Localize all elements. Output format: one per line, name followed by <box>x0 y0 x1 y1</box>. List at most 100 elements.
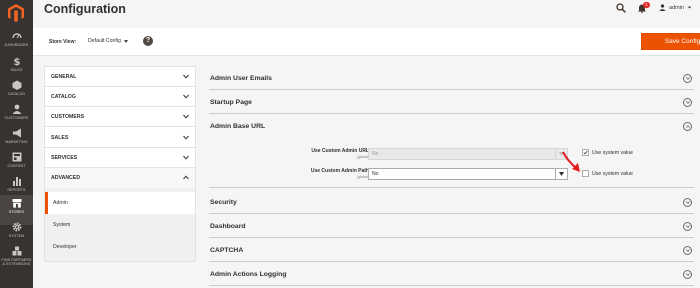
select-value: No <box>372 151 379 157</box>
tab-item-label: Admin <box>53 200 68 206</box>
save-config-button[interactable]: Save Config <box>641 33 700 50</box>
page-title: Configuration <box>44 2 126 16</box>
user-icon <box>659 4 666 11</box>
caret-down-icon <box>123 39 128 43</box>
blocks-icon <box>12 246 21 256</box>
field-label: Use Custom Admin URL <box>311 148 369 154</box>
section-admin-actions-logging[interactable]: Admin Actions Logging <box>209 263 694 286</box>
dollar-icon: $ <box>13 57 20 66</box>
caret-down-icon <box>687 6 692 9</box>
admin-menu: DASHBOARD $ SALES CATALOG CUSTOMERS MARK… <box>0 0 33 288</box>
use-system-value-label: Use system value <box>592 171 633 177</box>
section-title: Security <box>210 199 237 206</box>
tab-label: ADVANCED <box>51 175 81 181</box>
menu-label: REPORTS <box>7 188 26 192</box>
section-title: Dashboard <box>210 223 246 230</box>
tab-item-admin[interactable]: Admin <box>45 192 195 214</box>
admin-base-url-fieldset: Use Custom Admin URL [global] No Use sys… <box>209 136 694 188</box>
chevron-up-icon <box>183 175 189 180</box>
advanced-subitems: Admin System Developer <box>45 188 195 261</box>
expand-icon <box>683 246 692 255</box>
search-icon[interactable] <box>616 3 626 13</box>
magento-logo-icon[interactable] <box>8 4 24 22</box>
expand-icon <box>683 98 692 107</box>
tab-item-developer[interactable]: Developer <box>45 236 195 258</box>
help-icon[interactable]: ? <box>143 36 153 46</box>
cube-icon <box>12 80 21 90</box>
bar-chart-icon <box>12 177 21 186</box>
section-admin-user-emails[interactable]: Admin User Emails <box>209 67 694 90</box>
expand-icon <box>683 222 692 231</box>
menu-label: DASHBOARD <box>4 43 29 47</box>
tab-item-system[interactable]: System <box>45 214 195 236</box>
tab-item-label: System <box>53 222 71 228</box>
menu-item-partners[interactable]: FIND PARTNERS & EXTENSIONS <box>0 243 33 273</box>
tab-services[interactable]: SERVICES <box>45 148 195 168</box>
menu-label: CONTENT <box>7 164 26 168</box>
speedometer-icon <box>11 33 22 39</box>
chevron-down-icon <box>183 94 189 99</box>
expand-icon <box>683 74 692 83</box>
use-custom-admin-url-select[interactable]: No <box>368 148 568 160</box>
section-admin-base-url[interactable]: Admin Base URL <box>209 115 694 138</box>
menu-label: SALES <box>10 68 23 72</box>
tab-label: SERVICES <box>51 155 78 161</box>
tab-label: GENERAL <box>51 74 77 80</box>
chevron-down-icon <box>183 74 189 79</box>
section-startup-page[interactable]: Startup Page <box>209 91 694 114</box>
section-captcha[interactable]: CAPTCHA <box>209 239 694 262</box>
tab-item-label: Developer <box>53 244 77 250</box>
expand-icon <box>683 198 692 207</box>
use-system-value-label: Use system value <box>592 150 633 156</box>
section-dashboard[interactable]: Dashboard <box>209 215 694 238</box>
config-tabs-panel: GENERAL CATALOG CUSTOMERS SALES SERVICES… <box>44 66 196 262</box>
select-value: No <box>372 171 379 177</box>
section-title: CAPTCHA <box>210 247 244 254</box>
section-title: Admin User Emails <box>210 75 272 82</box>
svg-text:$: $ <box>13 57 20 66</box>
section-title: Admin Actions Logging <box>210 271 287 278</box>
page-actions-toolbar: Store View: Default Config ? Save Config <box>33 28 700 56</box>
chevron-down-icon <box>183 135 189 140</box>
store-icon <box>12 199 21 208</box>
section-title: Startup Page <box>210 99 252 106</box>
menu-label: CATALOG <box>7 92 26 96</box>
menu-label: STORES <box>8 210 25 214</box>
tab-advanced[interactable]: ADVANCED <box>45 168 195 188</box>
use-system-value-checkbox-path[interactable] <box>582 170 589 177</box>
gear-icon <box>12 222 21 232</box>
person-icon <box>12 104 21 114</box>
tab-label: SALES <box>51 135 69 141</box>
menu-label: FIND PARTNERS & EXTENSIONS <box>1 258 32 266</box>
store-view-value: Default Config <box>88 38 121 44</box>
menu-label: CUSTOMERS <box>4 116 29 120</box>
section-title: Admin Base URL <box>210 123 266 130</box>
megaphone-icon <box>12 128 21 138</box>
tab-label: CUSTOMERS <box>51 114 85 120</box>
notification-count-badge: 1 <box>643 2 650 8</box>
chevron-down-icon <box>183 155 189 160</box>
chevron-down-icon <box>183 114 189 119</box>
tab-sales[interactable]: SALES <box>45 128 195 148</box>
menu-label: MARKETING <box>5 140 28 144</box>
use-custom-admin-path-select[interactable]: No <box>368 168 568 180</box>
field-scope: [global] <box>357 155 369 159</box>
user-name: admin <box>669 4 684 11</box>
user-account-menu[interactable]: admin <box>659 4 692 11</box>
store-view-switcher[interactable]: Default Config <box>88 38 128 44</box>
use-system-value-checkbox-url[interactable] <box>582 149 589 156</box>
menu-label: SYSTEM <box>8 234 25 238</box>
layout-icon <box>12 152 21 162</box>
field-scope: [global] <box>357 175 369 179</box>
tab-label: CATALOG <box>51 94 76 100</box>
checkmark-icon <box>583 150 588 155</box>
tab-catalog[interactable]: CATALOG <box>45 87 195 107</box>
field-label: Use Custom Admin Path <box>310 168 369 174</box>
annotation-arrow-icon <box>562 151 580 172</box>
expand-icon <box>683 270 692 279</box>
section-security[interactable]: Security <box>209 191 694 214</box>
collapse-icon <box>683 122 692 131</box>
tab-general[interactable]: GENERAL <box>45 67 195 87</box>
tab-customers[interactable]: CUSTOMERS <box>45 107 195 127</box>
store-view-label: Store View: <box>49 39 77 45</box>
